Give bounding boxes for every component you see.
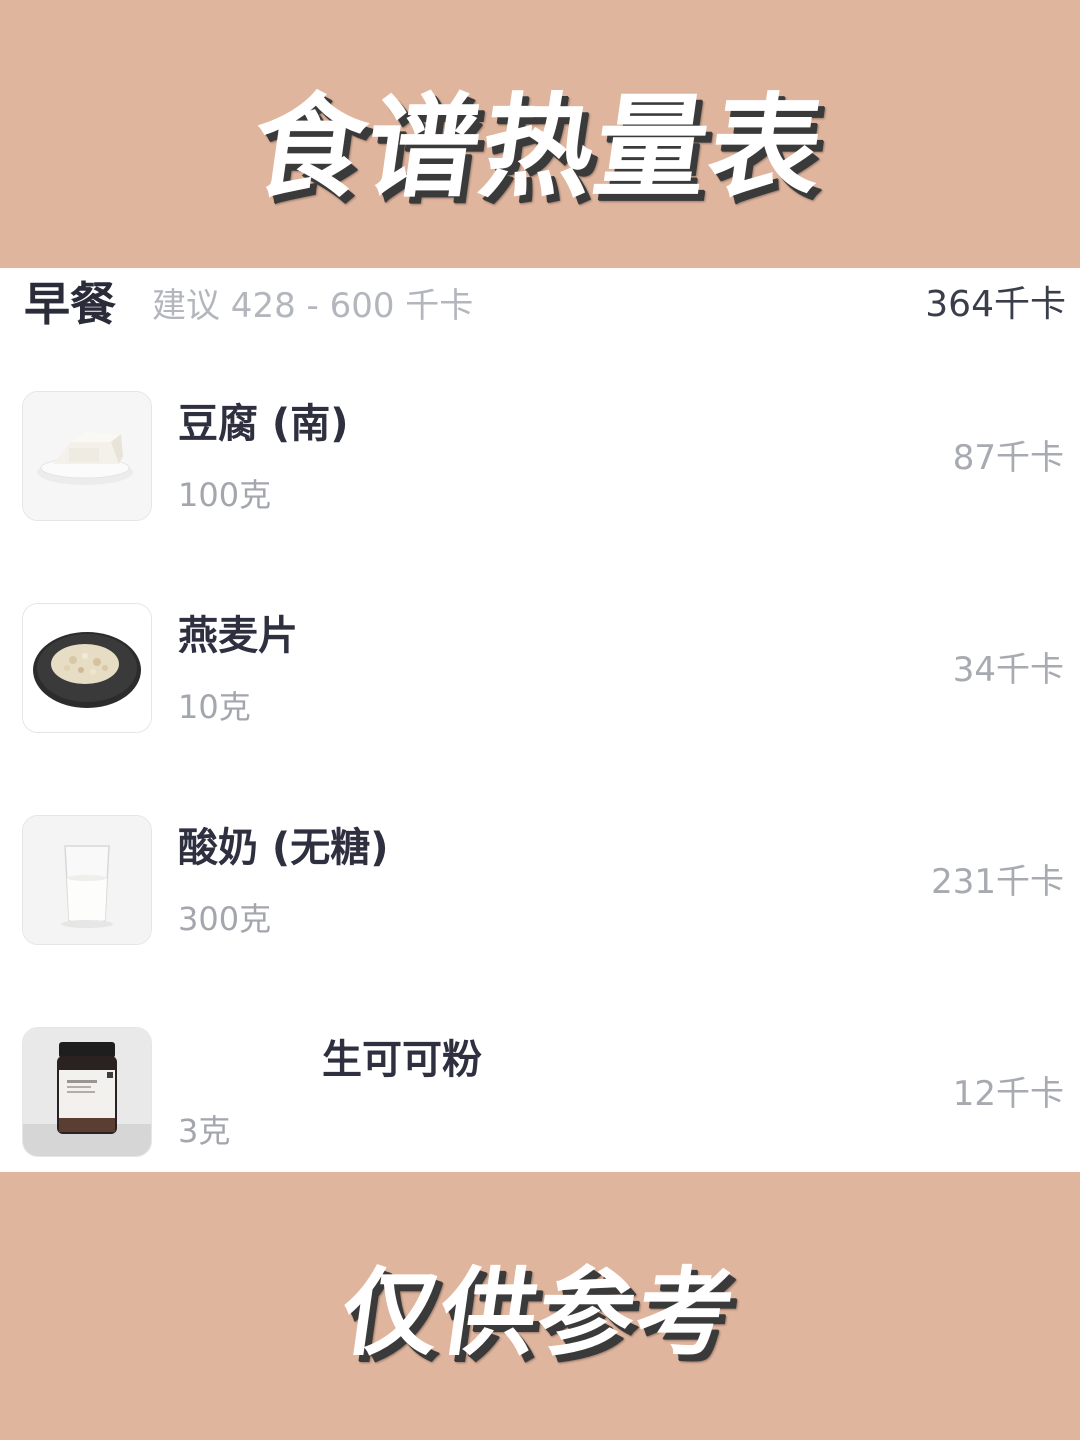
page-title: 食谱热量表 [244,83,833,213]
food-name: 豆腐 (南) [178,401,349,447]
food-name: 燕麦片 [178,613,298,659]
food-item-cocoa[interactable]: 生可可粉 3克 12千卡 [0,1027,1080,1172]
cocoa-jar-icon [22,1027,152,1157]
food-quantity: 10克 [178,688,251,726]
food-name: 生可可粉 [322,1037,482,1083]
yogurt-glass-icon [22,815,152,945]
meal-card: 早餐 建议 428 - 600 千卡 364千卡 豆腐 (南) 100克 87千… [0,268,1080,1172]
meal-total-kcal: 364千卡 [925,284,1066,325]
food-item-tofu[interactable]: 豆腐 (南) 100克 87千卡 [0,391,1080,541]
food-quantity: 3克 [178,1112,231,1150]
food-kcal: 231千卡 [931,862,1064,902]
food-name: 酸奶 (无糖) [178,825,389,871]
food-kcal: 12千卡 [952,1074,1064,1114]
tofu-plate-icon [22,391,152,521]
top-banner: 食谱热量表 [0,0,1080,268]
food-kcal: 87千卡 [952,438,1064,478]
meal-header[interactable]: 早餐 建议 428 - 600 千卡 364千卡 [0,268,1080,344]
food-quantity: 100克 [178,476,272,514]
food-item-yogurt[interactable]: 酸奶 (无糖) 300克 231千卡 [0,815,1080,965]
food-quantity: 300克 [178,900,272,938]
food-item-oats[interactable]: 燕麦片 10克 34千卡 [0,603,1080,753]
disclaimer-title: 仅供参考 [334,1256,743,1369]
oats-plate-icon [22,603,152,733]
meal-suggestion: 建议 428 - 600 千卡 [152,286,474,326]
bottom-banner: 仅供参考 [0,1172,1080,1440]
food-kcal: 34千卡 [952,650,1064,690]
meal-title: 早餐 [24,277,116,331]
